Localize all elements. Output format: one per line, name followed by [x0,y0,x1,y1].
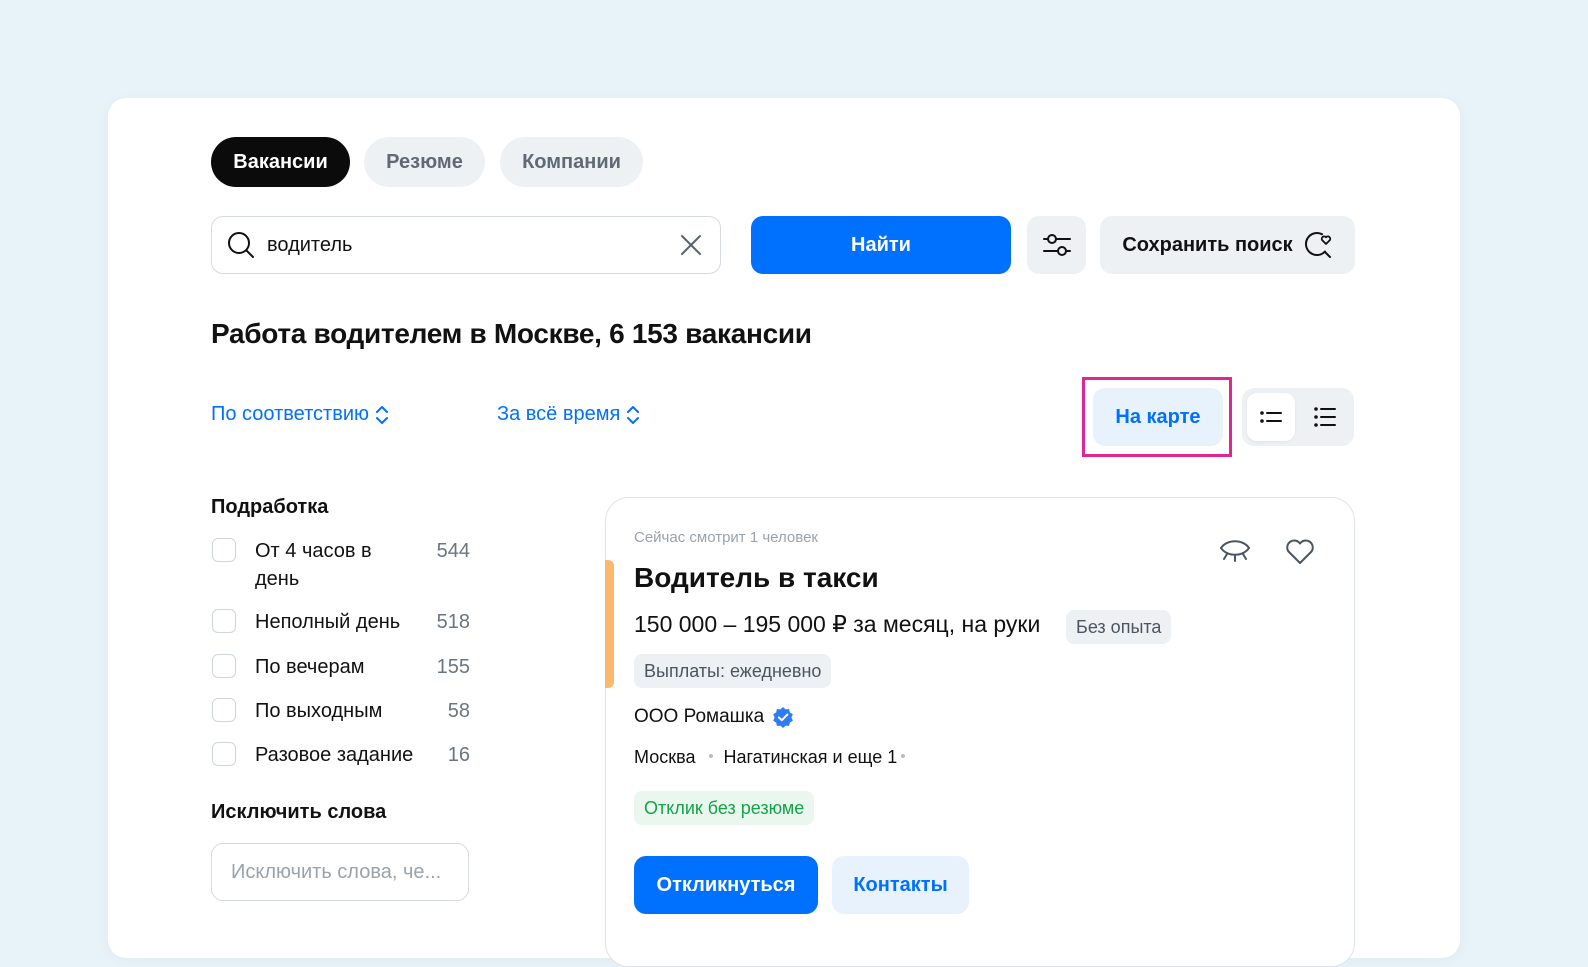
salary: 150 000 – 195 000 ₽ за месяц, на руки [634,611,1041,637]
hide-eye-icon[interactable] [1218,536,1252,564]
apply-button[interactable]: Откликнуться [634,856,818,914]
filter-label: Неполный день [255,611,401,633]
exclude-words-input[interactable] [231,860,459,884]
tab-resumes[interactable]: Резюме [364,137,485,187]
period-label: За всё время [497,403,621,425]
tab-vacancies[interactable]: Вакансии [211,137,350,187]
filter-item[interactable]: Неполный день 518 [212,608,470,636]
filter-item[interactable]: От 4 часов в день 544 [212,537,470,593]
checkbox[interactable] [212,538,236,562]
clear-icon[interactable] [680,234,702,256]
verified-badge-icon [772,706,794,728]
no-resume-tag: Отклик без резюме [634,791,815,825]
view-toggle [1242,388,1354,446]
period-dropdown[interactable]: За всё время [497,403,640,426]
sliders-icon [1042,232,1072,258]
checkbox[interactable] [212,698,236,722]
heart-search-icon [1303,230,1333,260]
period-chevrons-icon [626,404,640,426]
save-search-label: Сохранить поиск [1122,233,1293,256]
sort-label: По соответствию [211,403,369,425]
city: Москва [634,747,696,767]
compact-list-view-button[interactable] [1247,393,1295,441]
filter-item[interactable]: По вечерам 155 [212,653,470,681]
company-row: ООО Ромашка [634,706,794,728]
results-heading: Работа водителем в Москве, 6 153 ваканси… [211,318,812,349]
location-row: Москва Нагатинская и еще 1 [634,747,915,768]
search-input[interactable] [267,233,657,257]
part-time-title: Подработка [211,496,329,518]
metro: Нагатинская и еще 1 [723,747,898,767]
search-field[interactable] [211,216,721,274]
filter-label: Разовое задание [255,744,414,766]
viewers-count: Сейчас смотрит 1 человек [634,529,818,546]
checkbox[interactable] [212,609,236,633]
filter-count: 58 [447,700,470,722]
compact-list-icon [1259,408,1283,426]
checkbox[interactable] [212,742,236,766]
sort-chevrons-icon [375,404,389,426]
experience-tag: Без опыта [1066,610,1172,644]
filters-button[interactable] [1027,216,1086,274]
tab-companies[interactable]: Компании [500,137,643,187]
detailed-list-view-button[interactable] [1301,393,1349,441]
detailed-list-icon [1313,406,1337,428]
filter-count: 16 [447,744,470,766]
filter-item[interactable]: Разовое задание 16 [212,741,470,769]
filter-item[interactable]: По выходным 58 [212,697,470,725]
company-name[interactable]: ООО Ромашка [634,706,764,728]
filter-label: По выходным [255,700,383,722]
card-accent-stripe [605,560,614,688]
search-icon [227,231,255,259]
checkbox[interactable] [212,654,236,678]
exclude-words-field[interactable] [211,843,469,901]
vacancy-card[interactable]: Сейчас смотрит 1 человек Водитель в такс… [605,497,1355,967]
filter-count: 155 [436,656,470,678]
filter-label: По вечерам [255,656,365,678]
favorite-heart-icon[interactable] [1284,538,1316,566]
exclude-words-title: Исключить слова [211,801,387,823]
filter-label: От 4 часов в день [255,540,372,590]
payout-tag: Выплаты: ежедневно [634,654,832,688]
filter-count: 518 [436,611,470,633]
filter-count: 544 [436,540,470,562]
save-search-button[interactable]: Сохранить поиск [1100,216,1355,274]
sort-dropdown[interactable]: По соответствию [211,403,389,426]
vacancy-title[interactable]: Водитель в такси [634,562,879,594]
contacts-button[interactable]: Контакты [832,856,969,914]
find-button[interactable]: Найти [751,216,1011,274]
highlight-frame [1082,377,1232,457]
